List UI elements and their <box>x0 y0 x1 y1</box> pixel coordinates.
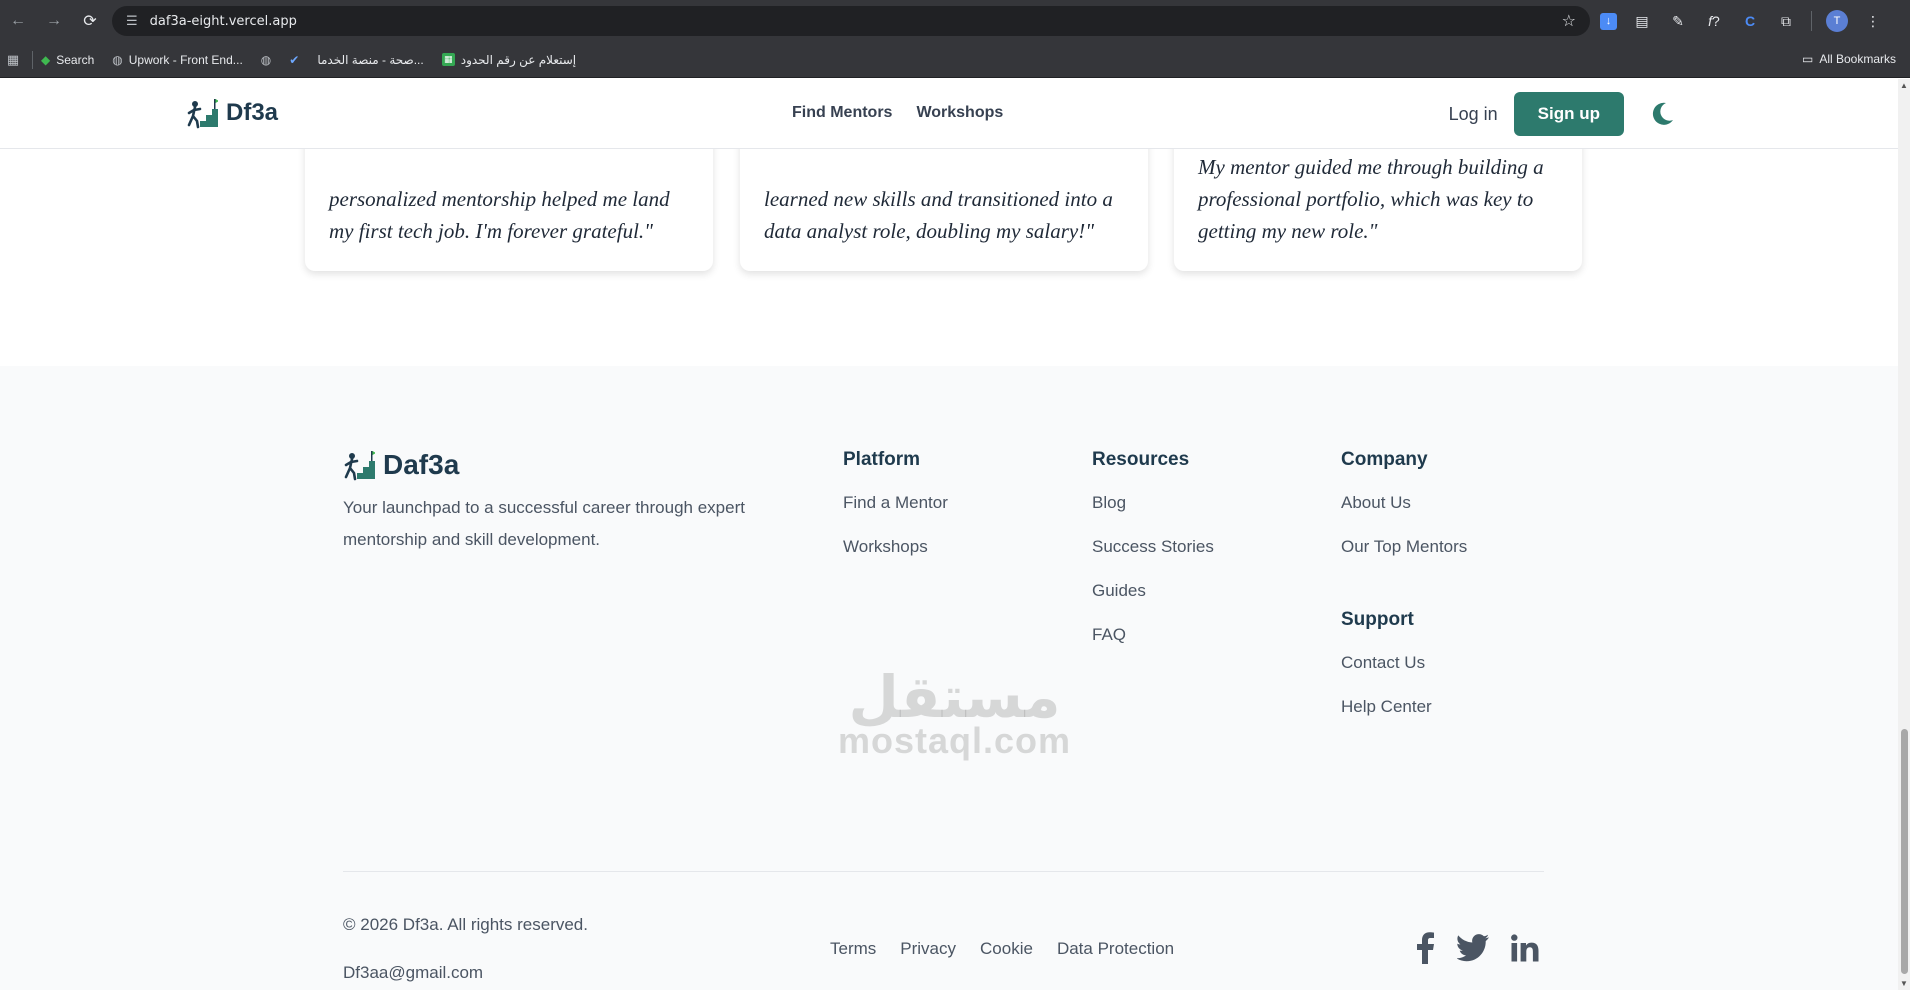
url-text: daf3a-eight.vercel.app <box>149 13 297 29</box>
reload-icon[interactable]: ⟳ <box>72 0 108 42</box>
login-link[interactable]: Log in <box>1449 104 1498 125</box>
testimonial-quote: learned new skills and transitioned into… <box>764 187 1113 243</box>
bookmark-border-number[interactable]: ▦ إستعلام عن رقم الحدود <box>441 53 576 67</box>
main-nav: Find Mentors Workshops <box>792 104 1003 122</box>
footer-col-support: Support Contact Us Help Center <box>1341 609 1432 738</box>
bookmark-upwork[interactable]: ◍ Upwork - Front End... <box>112 53 243 67</box>
toolbar-divider <box>1811 11 1812 31</box>
legal-link-data-protection[interactable]: Data Protection <box>1057 939 1174 959</box>
social-links <box>1415 932 1539 964</box>
header-actions: Log in Sign up <box>1449 92 1676 136</box>
all-bookmarks[interactable]: ▭ All Bookmarks <box>1802 52 1896 66</box>
climber-stairs-icon <box>344 451 375 481</box>
linkedin-icon[interactable] <box>1511 934 1539 962</box>
signup-button[interactable]: Sign up <box>1513 92 1624 136</box>
c-extension-icon[interactable]: C <box>1739 10 1761 32</box>
mostaql-watermark: مستقل mostaql.com <box>838 665 1072 761</box>
scroll-down-icon[interactable]: ▼ <box>1900 979 1908 988</box>
copyright-text: © 2026 Df3a. All rights reserved. <box>343 915 588 934</box>
bookmark-check[interactable]: ✔ <box>289 53 299 67</box>
footer-link-workshops[interactable]: Workshops <box>843 534 948 559</box>
footer-col-title: Company <box>1341 449 1428 470</box>
footer-logo-text: Daf3a <box>383 449 460 480</box>
twitter-icon[interactable] <box>1457 934 1489 962</box>
puzzle-extensions-icon[interactable]: ⧉ <box>1775 10 1797 32</box>
footer-link-success-stories[interactable]: Success Stories <box>1092 534 1214 559</box>
bookmark-globe[interactable]: ◍ <box>261 53 271 67</box>
footer-link-help-center[interactable]: Help Center <box>1341 694 1432 719</box>
testimonial-quote: My mentor guided me through building a p… <box>1198 155 1544 243</box>
footer-col-title: Support <box>1341 609 1414 630</box>
contact-email[interactable]: Df3aa@gmail.com <box>343 963 483 983</box>
legal-link-terms[interactable]: Terms <box>830 939 876 959</box>
footer-link-guides[interactable]: Guides <box>1092 578 1214 603</box>
bookmark-search[interactable]: ◆ Search <box>41 53 94 67</box>
globe-icon: ◍ <box>260 52 272 67</box>
moon-icon[interactable] <box>1648 100 1676 128</box>
download-extension-icon[interactable]: ↓ <box>1600 12 1617 30</box>
legal-link-cookie[interactable]: Cookie <box>980 939 1033 959</box>
footer-tagline: Your launchpad to a successful career th… <box>343 498 745 549</box>
bookmark-star-icon[interactable]: ☆ <box>1562 11 1576 31</box>
site-info-icon[interactable]: ☰ <box>126 13 138 29</box>
footer-col-title: Resources <box>1092 449 1190 470</box>
footer-link-contact-us[interactable]: Contact Us <box>1341 650 1432 675</box>
back-arrow-icon[interactable]: ← <box>0 0 36 42</box>
apps-grid-icon[interactable]: ▦ <box>2 52 24 68</box>
page-viewport: personalized mentorship helped me land m… <box>0 79 1898 990</box>
sheet-icon: ▦ <box>441 53 455 66</box>
footer-logo[interactable]: Daf3a <box>343 449 459 481</box>
scrollbar-thumb[interactable] <box>1901 729 1908 974</box>
testimonial-quote: personalized mentorship helped me land m… <box>329 187 670 243</box>
bookmarks-divider <box>32 50 33 69</box>
legal-links: Terms Privacy Cookie Data Protection <box>830 939 1174 959</box>
bookmarks-bar: ▦ ◆ Search ◍ Upwork - Front End... ◍ ✔ ص… <box>0 42 1910 78</box>
footer-link-faq[interactable]: FAQ <box>1092 622 1214 647</box>
legal-link-privacy[interactable]: Privacy <box>900 939 956 959</box>
extensions-bar: ↓ ▤ ✎ f? C ⧉ T ⋮ <box>1600 0 1884 42</box>
folder-icon: ▭ <box>1801 52 1814 66</box>
site-header: Df3a Find Mentors Workshops Log in Sign … <box>0 79 1898 149</box>
bookmark-sehha[interactable]: صحة - منصة الخدما... <box>317 53 423 67</box>
address-bar[interactable]: ☰ daf3a-eight.vercel.app ☆ <box>112 6 1590 36</box>
nav-find-mentors[interactable]: Find Mentors <box>792 104 892 122</box>
green-diamond-icon: ◆ <box>41 52 51 67</box>
scroll-up-icon[interactable]: ▲ <box>1900 81 1908 90</box>
notes-extension-icon[interactable]: ▤ <box>1631 10 1653 32</box>
forward-arrow-icon[interactable]: → <box>36 0 72 42</box>
page-scrollbar[interactable]: ▲ ▼ <box>1898 79 1910 990</box>
eyedropper-extension-icon[interactable]: ✎ <box>1667 10 1689 32</box>
kebab-menu-icon[interactable]: ⋮ <box>1862 10 1884 32</box>
browser-toolbar: ← → ⟳ ☰ daf3a-eight.vercel.app ☆ ↓ ▤ ✎ f… <box>0 0 1910 42</box>
footer-link-top-mentors[interactable]: Our Top Mentors <box>1341 534 1467 559</box>
globe-icon: ◍ <box>112 52 123 67</box>
footer-link-about-us[interactable]: About Us <box>1341 490 1467 515</box>
footer-divider <box>343 871 1544 872</box>
header-logo[interactable]: Df3a <box>186 97 278 129</box>
logo-text: Df3a <box>226 99 279 126</box>
font-extension-icon[interactable]: f? <box>1703 10 1725 32</box>
footer-link-find-mentor[interactable]: Find a Mentor <box>843 490 948 515</box>
footer-col-resources: Resources Blog Success Stories Guides FA… <box>1092 449 1214 666</box>
checkmark-icon: ✔ <box>289 52 300 67</box>
profile-avatar[interactable]: T <box>1826 10 1848 32</box>
footer-link-blog[interactable]: Blog <box>1092 490 1214 515</box>
footer-col-company: Company About Us Our Top Mentors <box>1341 449 1467 578</box>
climber-stairs-icon <box>187 99 218 129</box>
facebook-icon[interactable] <box>1415 932 1435 964</box>
footer-col-title: Platform <box>843 449 921 470</box>
nav-workshops[interactable]: Workshops <box>916 104 1003 122</box>
footer-col-platform: Platform Find a Mentor Workshops <box>843 449 948 578</box>
